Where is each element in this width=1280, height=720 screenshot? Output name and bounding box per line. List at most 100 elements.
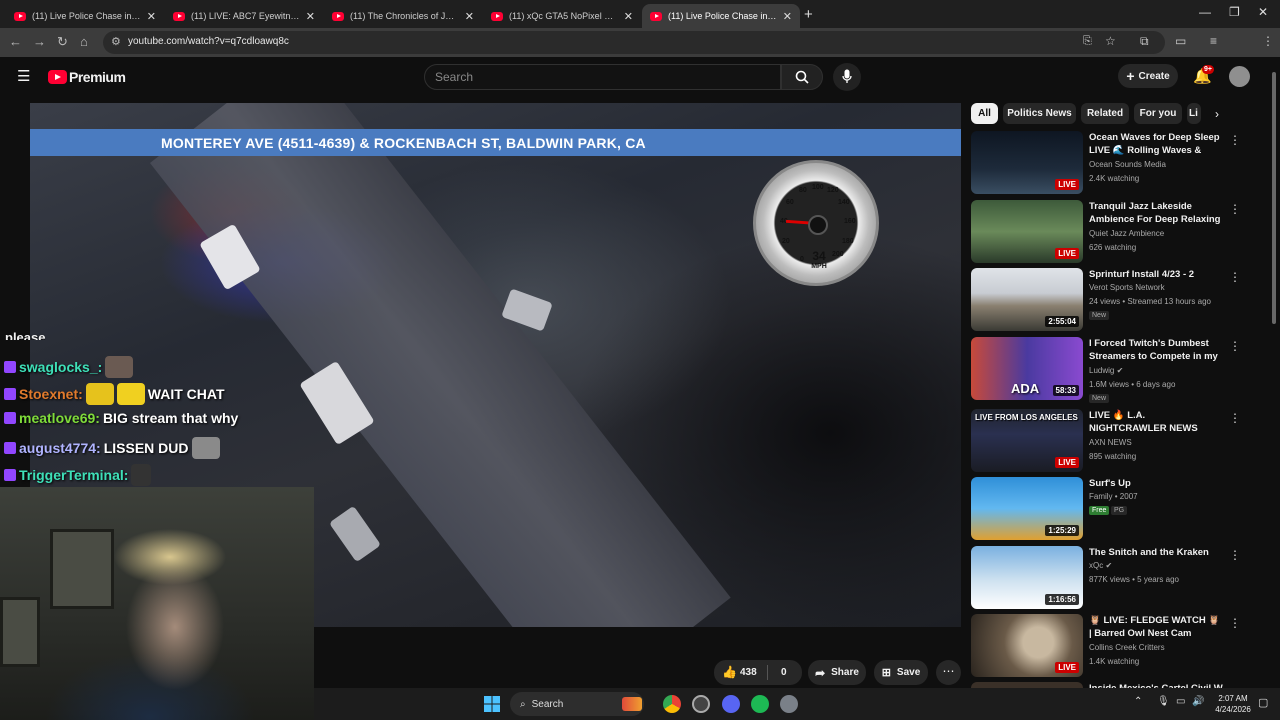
recommendation-item[interactable]: 1:16:56 The Snitch and the Kraken xQc ✔ … bbox=[971, 546, 1261, 610]
page-scrollbar[interactable] bbox=[1271, 60, 1277, 688]
reload-icon[interactable]: ↻ bbox=[57, 34, 68, 50]
video-thumbnail[interactable]: 2:55:04 bbox=[971, 268, 1083, 331]
scrollbar-thumb[interactable] bbox=[1272, 72, 1276, 324]
recommendation-item[interactable]: LIVE 🦉 LIVE: FLEDGE WATCH 🦉 | Barred Owl… bbox=[971, 614, 1261, 678]
bookmark-star-icon[interactable]: ☆ bbox=[1105, 34, 1116, 48]
channel-name[interactable]: AXN NEWS bbox=[1089, 438, 1225, 447]
youtube-premium-label[interactable]: Premium bbox=[69, 69, 126, 85]
video-thumbnail[interactable]: 1:25:29 bbox=[971, 477, 1083, 540]
more-actions-button[interactable]: ⋯ bbox=[936, 660, 961, 685]
notification-center-icon[interactable]: ▢ bbox=[1258, 696, 1268, 709]
cast-icon[interactable]: ▭ bbox=[1175, 34, 1186, 48]
share-button[interactable]: ➦ Share bbox=[808, 660, 866, 685]
tray-overflow-icon[interactable]: ⌃ bbox=[1134, 696, 1142, 707]
recommendation-title[interactable]: Sprinturf Install 4/23 - 2 bbox=[1089, 268, 1225, 281]
channel-name[interactable]: Ocean Sounds Media bbox=[1089, 160, 1225, 169]
recommendation-title[interactable]: Tranquil Jazz Lakeside Ambience For Deep… bbox=[1089, 200, 1225, 227]
home-icon[interactable]: ⌂ bbox=[80, 34, 88, 49]
kebab-menu-icon[interactable]: ⋮ bbox=[1229, 411, 1241, 425]
channel-name[interactable]: Ludwig ✔ bbox=[1089, 366, 1225, 375]
video-thumbnail[interactable]: 1:16:56 bbox=[971, 546, 1083, 609]
video-thumbnail[interactable]: LIVE bbox=[971, 614, 1083, 677]
recommendation-title[interactable]: I Forced Twitch's Dumbest Streamers to C… bbox=[1089, 337, 1225, 364]
voice-search-button[interactable] bbox=[833, 63, 861, 91]
recommendation-item[interactable]: LIVE Ocean Waves for Deep Sleep LIVE 🌊 R… bbox=[971, 131, 1261, 195]
dislike-count[interactable]: 0 bbox=[781, 667, 787, 678]
close-tab-icon[interactable]: ✕ bbox=[465, 10, 474, 23]
video-thumbnail[interactable]: LIVE bbox=[971, 131, 1083, 194]
minimize-icon[interactable]: — bbox=[1199, 5, 1211, 19]
chip-partial[interactable]: Li bbox=[1187, 103, 1201, 124]
create-button[interactable]: + Create bbox=[1118, 64, 1178, 88]
taskbar-clock[interactable]: 2:07 AM 4/24/2026 bbox=[1211, 693, 1255, 715]
maximize-icon[interactable]: ❐ bbox=[1229, 5, 1240, 19]
browser-tab[interactable]: (11) xQc GTA5 NoPixel but its RP✕ bbox=[483, 4, 641, 28]
account-avatar[interactable] bbox=[1229, 66, 1250, 87]
channel-name[interactable]: Collins Creek Critters bbox=[1089, 643, 1225, 652]
address-bar[interactable]: ⚙ youtube.com/watch?v=q7cdloawq8c ⎘ ☆ bbox=[103, 31, 1165, 54]
media-controls-icon[interactable]: ≡ bbox=[1210, 34, 1217, 48]
back-icon[interactable]: ← bbox=[9, 34, 22, 49]
volume-icon[interactable]: 🔊 bbox=[1192, 696, 1204, 707]
browser-tab[interactable]: (11) Live Police Chase in LA - YouTube✕ bbox=[6, 4, 164, 28]
recommendation-title[interactable]: 🦉 LIVE: FLEDGE WATCH 🦉 | Barred Owl Nest… bbox=[1089, 614, 1225, 640]
taskbar-search[interactable]: ⌕ Search bbox=[510, 692, 644, 716]
recommendation-title[interactable]: Ocean Waves for Deep Sleep LIVE 🌊 Rollin… bbox=[1089, 131, 1225, 158]
search-button[interactable] bbox=[781, 64, 823, 90]
kebab-menu-icon[interactable]: ⋮ bbox=[1229, 133, 1241, 147]
channel-name[interactable]: Quiet Jazz Ambience bbox=[1089, 229, 1225, 238]
recommendation-item[interactable]: LIVE Tranquil Jazz Lakeside Ambience For… bbox=[971, 200, 1261, 264]
kebab-menu-icon[interactable]: ⋮ bbox=[1229, 339, 1241, 353]
video-thumbnail[interactable]: ADA 58:33 bbox=[971, 337, 1083, 400]
network-icon[interactable]: ▭ bbox=[1176, 696, 1185, 707]
new-tab-icon[interactable]: + bbox=[804, 6, 813, 23]
kebab-menu-icon[interactable]: ⋮ bbox=[1229, 548, 1241, 562]
browser-tab[interactable]: (11) The Chronicles of Jean-Pierre✕ bbox=[324, 4, 482, 28]
search-input[interactable] bbox=[425, 65, 780, 89]
chip-politics-news[interactable]: Politics News bbox=[1003, 103, 1076, 124]
recommendation-item[interactable]: ADA 58:33 I Forced Twitch's Dumbest Strea… bbox=[971, 337, 1261, 403]
video-thumbnail[interactable]: LIVE FROM LOS ANGELES LIVE bbox=[971, 409, 1083, 472]
channel-name[interactable]: xQc ✔ bbox=[1089, 561, 1225, 570]
microphone-tray-icon[interactable]: 🎙 bbox=[1157, 696, 1170, 707]
recommendation-item[interactable]: 2:55:04 Sprinturf Install 4/23 - 2 Verot… bbox=[971, 268, 1261, 332]
browser-tab[interactable]: (11) LIVE: ABC7 Eyewitness News✕ bbox=[165, 4, 323, 28]
save-button[interactable]: ⊞ Save bbox=[874, 660, 928, 685]
recommendation-title[interactable]: Surf's Up bbox=[1089, 477, 1225, 490]
forward-icon[interactable]: → bbox=[33, 34, 46, 49]
extensions-icon[interactable]: ⧉ bbox=[1140, 34, 1149, 49]
chip-all[interactable]: All bbox=[971, 103, 998, 124]
close-tab-icon[interactable]: ✕ bbox=[306, 10, 315, 23]
chip-for-you[interactable]: For you bbox=[1134, 103, 1182, 124]
recommendation-title[interactable]: The Snitch and the Kraken bbox=[1089, 546, 1225, 559]
windows-start-icon[interactable] bbox=[484, 696, 500, 712]
kebab-menu-icon[interactable]: ⋮ bbox=[1229, 202, 1241, 216]
discord-icon[interactable] bbox=[722, 695, 740, 713]
close-tab-icon[interactable]: ✕ bbox=[147, 10, 156, 23]
video-thumbnail[interactable]: LIVE bbox=[971, 200, 1083, 263]
close-tab-icon[interactable]: ✕ bbox=[783, 10, 792, 23]
site-info-icon[interactable]: ⚙ bbox=[111, 35, 121, 48]
like-count[interactable]: 438 bbox=[740, 667, 757, 678]
hamburger-menu-icon[interactable]: ☰ bbox=[17, 67, 30, 85]
close-tab-icon[interactable]: ✕ bbox=[624, 10, 633, 23]
close-window-icon[interactable]: ✕ bbox=[1258, 5, 1268, 19]
kebab-menu-icon[interactable]: ⋮ bbox=[1229, 616, 1241, 630]
recommendation-item[interactable]: LIVE FROM LOS ANGELES LIVE LIVE 🔥 L.A. NI… bbox=[971, 409, 1261, 473]
chips-next-icon[interactable]: › bbox=[1215, 107, 1219, 121]
recommendation-title[interactable]: LIVE 🔥 L.A. NIGHTCRAWLER NEWS CRIME & FI… bbox=[1089, 409, 1225, 436]
youtube-logo-icon[interactable] bbox=[48, 70, 67, 84]
settings-gear-icon[interactable] bbox=[780, 695, 798, 713]
install-app-icon[interactable]: ⎘ bbox=[1083, 35, 1092, 48]
browser-menu-icon[interactable]: ⋮ bbox=[1262, 34, 1274, 48]
recommendation-item[interactable]: 1:25:29 Surf's Up Family • 2007 Free PG bbox=[971, 477, 1261, 541]
obs-icon[interactable] bbox=[692, 695, 710, 713]
thumbs-up-icon[interactable]: 👍 bbox=[722, 665, 737, 679]
kebab-menu-icon[interactable]: ⋮ bbox=[1229, 270, 1241, 284]
chip-related[interactable]: Related bbox=[1081, 103, 1129, 124]
spotify-icon[interactable] bbox=[751, 695, 769, 713]
chrome-icon[interactable] bbox=[663, 695, 681, 713]
browser-tab-active[interactable]: (11) Live Police Chase in LA - YouTube✕ bbox=[642, 4, 800, 28]
save-playlist-icon: ⊞ bbox=[881, 667, 891, 679]
channel-name[interactable]: Verot Sports Network bbox=[1089, 283, 1225, 292]
